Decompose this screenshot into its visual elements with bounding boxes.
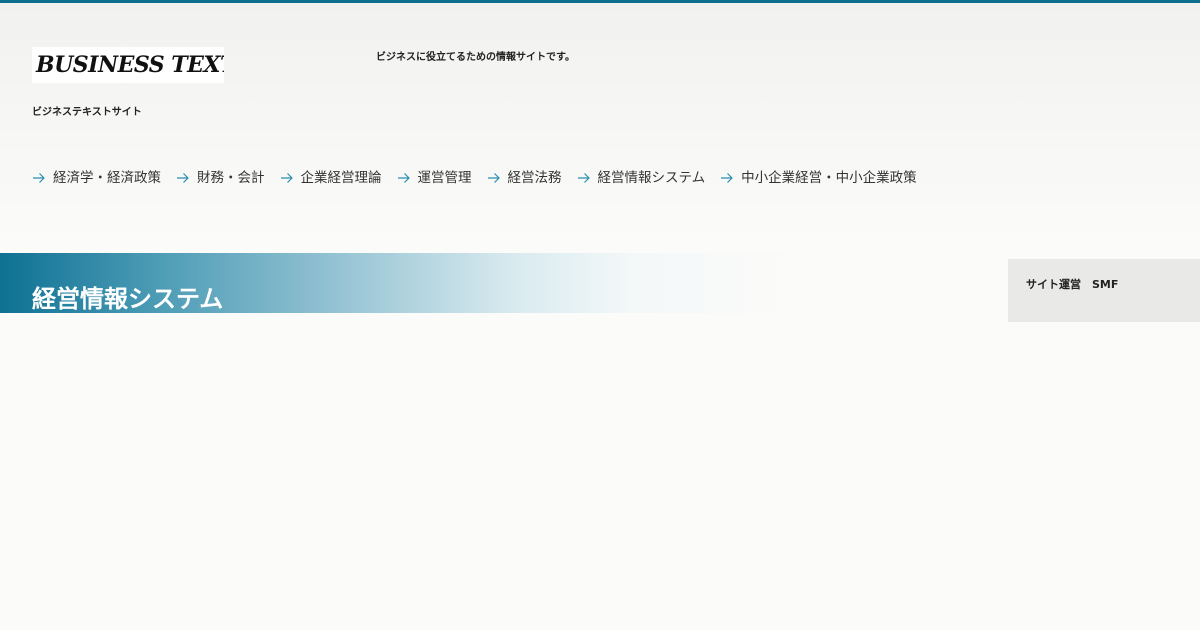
- arrow-right-icon: [577, 173, 590, 183]
- site-tagline: ビジネスに役立てるための情報サイトです。: [376, 52, 575, 63]
- arrow-right-icon: [397, 173, 410, 183]
- category-banner: 経営情報システム: [0, 253, 790, 313]
- nav-item-information-systems[interactable]: 経営情報システム: [577, 168, 706, 188]
- global-nav: 経済学・経済政策 財務・会計 企業経営理論 運営管理 経営法務 経営情報システム…: [32, 168, 932, 188]
- arrow-right-icon: [487, 173, 500, 183]
- site-subtitle: ビジネステキストサイト: [32, 107, 142, 118]
- arrow-right-icon: [721, 173, 733, 183]
- nav-item-label: 企業経営理論: [300, 170, 382, 186]
- nav-item-sme-policy[interactable]: 中小企業経営・中小企業政策: [720, 168, 917, 188]
- arrow-right-icon: [33, 173, 45, 183]
- nav-item-label: 経営法務: [507, 170, 562, 186]
- site-header: BUSINESS TEXT ビジネステキストサイト ビジネスに役立てるための情報…: [0, 3, 1200, 250]
- nav-item-business-law[interactable]: 経営法務: [487, 168, 562, 188]
- arrow-right-icon: [280, 173, 293, 183]
- site-logo[interactable]: BUSINESS TEXT: [32, 47, 224, 83]
- nav-item-label: 中小企業経営・中小企業政策: [741, 170, 917, 186]
- nav-item-label: 財務・会計: [197, 170, 265, 186]
- page-title: 経営情報システム: [32, 285, 224, 314]
- site-operator-text: サイト運営 SMF: [1026, 278, 1119, 291]
- nav-item-label: 経営情報システム: [597, 170, 706, 186]
- nav-item-economics[interactable]: 経済学・経済政策: [32, 168, 161, 188]
- arrow-right-icon: [177, 173, 189, 183]
- nav-item-finance-accounting[interactable]: 財務・会計: [176, 168, 265, 188]
- nav-item-operations[interactable]: 運営管理: [397, 168, 472, 188]
- nav-item-label: 経済学・経済政策: [53, 170, 161, 186]
- sidebar-operator-widget: サイト運営 SMF: [1008, 259, 1200, 322]
- nav-item-management-theory[interactable]: 企業経営理論: [280, 168, 382, 188]
- nav-item-label: 運営管理: [417, 170, 472, 186]
